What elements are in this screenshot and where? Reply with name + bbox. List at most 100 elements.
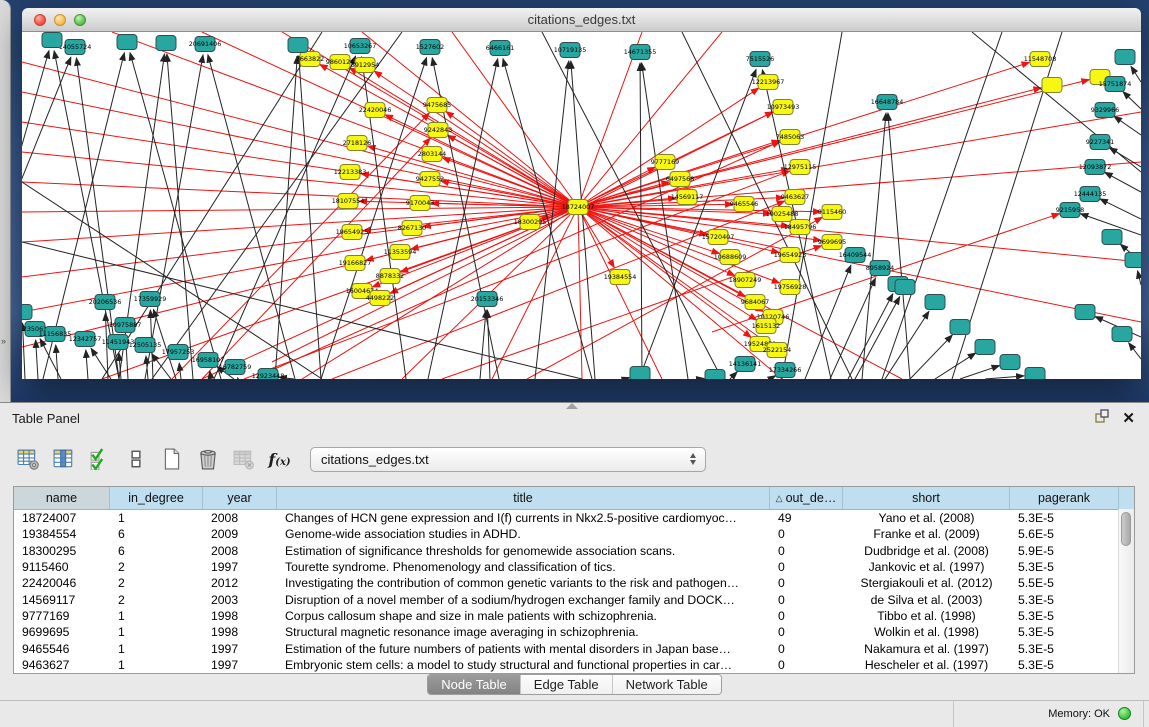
panel-collapse-mark[interactable]: » bbox=[1, 336, 6, 346]
table-settings-icon[interactable] bbox=[14, 446, 41, 473]
table-cell[interactable]: Changes of HCN gene expression and I(f) … bbox=[277, 511, 770, 525]
table-cell[interactable]: 5.3E-5 bbox=[1010, 609, 1119, 623]
graph-node[interactable] bbox=[845, 248, 865, 263]
table-cell[interactable]: 9699695 bbox=[14, 625, 110, 639]
graph-node[interactable] bbox=[300, 52, 320, 67]
graph-hub-node[interactable] bbox=[568, 200, 588, 215]
graph-node[interactable] bbox=[1075, 305, 1095, 320]
graph-node[interactable] bbox=[347, 136, 367, 151]
table-cell[interactable]: 5.3E-5 bbox=[1010, 642, 1119, 656]
graph-node[interactable] bbox=[772, 207, 792, 222]
table-row[interactable]: 1938455462009Genome-wide association stu… bbox=[14, 526, 1134, 542]
graph-node[interactable] bbox=[365, 103, 385, 118]
table-cell[interactable]: 0 bbox=[770, 593, 843, 607]
row-height-icon[interactable] bbox=[122, 446, 149, 473]
graph-node[interactable] bbox=[117, 35, 137, 50]
graph-node[interactable] bbox=[1060, 203, 1080, 218]
table-cell[interactable]: Disruption of a novel member of a sodium… bbox=[277, 593, 770, 607]
table-cell[interactable]: 0 bbox=[770, 642, 843, 656]
table-row[interactable]: 1456911722003Disruption of a novel membe… bbox=[14, 591, 1134, 607]
tab-edge-table[interactable]: Edge Table bbox=[521, 675, 613, 694]
table-cell[interactable]: Estimation of the future numbers of pati… bbox=[277, 642, 770, 656]
table-cell[interactable]: 49 bbox=[770, 511, 843, 525]
graph-node[interactable] bbox=[758, 75, 778, 90]
graph-node[interactable] bbox=[108, 335, 128, 350]
close-panel-icon[interactable]: ✕ bbox=[1122, 411, 1135, 427]
graph-node[interactable] bbox=[168, 345, 188, 360]
table-cell[interactable]: 5.5E-5 bbox=[1010, 576, 1119, 590]
function-builder-icon[interactable]: f(x) bbox=[266, 446, 293, 473]
table-cell[interactable]: 5.3E-5 bbox=[1010, 658, 1119, 672]
table-cell[interactable]: 5.3E-5 bbox=[1010, 593, 1119, 607]
table-cell[interactable]: 19384554 bbox=[14, 527, 110, 541]
graph-node[interactable] bbox=[410, 196, 430, 211]
table-cell[interactable]: Structural magnetic resonance image aver… bbox=[277, 625, 770, 639]
table-cell[interactable]: Franke et al. (2009) bbox=[843, 527, 1010, 541]
graph-node[interactable] bbox=[198, 353, 218, 368]
graph-node[interactable] bbox=[330, 55, 350, 70]
table-cell[interactable]: 0 bbox=[770, 576, 843, 590]
table-cell[interactable]: 5.3E-5 bbox=[1010, 625, 1119, 639]
table-cell[interactable]: 2 bbox=[110, 593, 203, 607]
graph-node[interactable] bbox=[258, 369, 278, 380]
table-row[interactable]: 946362711997Embryonic stem cells: a mode… bbox=[14, 657, 1134, 673]
graph-node[interactable] bbox=[975, 340, 995, 355]
graph-node[interactable] bbox=[115, 318, 135, 333]
float-panel-icon[interactable] bbox=[1094, 408, 1110, 429]
table-cell[interactable]: 9465546 bbox=[14, 642, 110, 656]
table-row[interactable]: 977716911998Corpus callosum shape and si… bbox=[14, 608, 1134, 624]
table-cell[interactable]: Genome-wide association studies in ADHD. bbox=[277, 527, 770, 541]
graph-node[interactable] bbox=[422, 147, 442, 162]
column-header-year[interactable]: year bbox=[203, 487, 277, 509]
table-cell[interactable]: Wolkin et al. (1998) bbox=[843, 625, 1010, 639]
vertical-scrollbar[interactable] bbox=[1118, 509, 1134, 673]
graph-node[interactable] bbox=[1030, 52, 1050, 67]
table-cell[interactable]: Jankovic et al. (1997) bbox=[843, 560, 1010, 574]
graph-node[interactable] bbox=[402, 221, 422, 236]
table-cell[interactable]: Hescheler et al. (1997) bbox=[843, 658, 1010, 672]
graph-node[interactable] bbox=[705, 370, 725, 380]
table-cell[interactable]: Tibbo et al. (1998) bbox=[843, 609, 1010, 623]
graph-node[interactable] bbox=[708, 230, 728, 245]
delete-table-icon[interactable] bbox=[194, 446, 221, 473]
graph-node[interactable] bbox=[655, 155, 675, 170]
table-cell[interactable]: 0 bbox=[770, 625, 843, 639]
table-cell[interactable]: 2008 bbox=[203, 544, 277, 558]
select-columns-icon[interactable] bbox=[50, 446, 77, 473]
column-header-in-degree[interactable]: in_degree bbox=[110, 487, 203, 509]
graph-node[interactable] bbox=[877, 95, 897, 110]
graph-node[interactable] bbox=[790, 160, 810, 175]
graph-node[interactable] bbox=[1085, 160, 1105, 175]
table-cell[interactable]: 6 bbox=[110, 527, 203, 541]
table-cell[interactable]: Tourette syndrome. Phenomenology and cla… bbox=[277, 560, 770, 574]
column-header-short[interactable]: short bbox=[843, 487, 1010, 509]
graph-node[interactable] bbox=[355, 58, 375, 73]
graph-node[interactable] bbox=[870, 261, 890, 276]
column-header-title[interactable]: title bbox=[277, 487, 770, 509]
table-cell[interactable]: Investigating the contribution of common… bbox=[277, 576, 770, 590]
graph-node[interactable] bbox=[785, 190, 805, 205]
table-row[interactable]: 946554611997Estimation of the future num… bbox=[14, 640, 1134, 656]
table-row[interactable]: 1830029562008Estimation of significance … bbox=[14, 543, 1134, 559]
graph-node[interactable] bbox=[1102, 230, 1122, 245]
table-cell[interactable]: 0 bbox=[770, 609, 843, 623]
table-cell[interactable]: 1 bbox=[110, 511, 203, 525]
graph-node[interactable] bbox=[75, 332, 95, 347]
table-cell[interactable]: Stergiakouli et al. (2012) bbox=[843, 576, 1010, 590]
table-cell[interactable]: Corpus callosum shape and size in male p… bbox=[277, 609, 770, 623]
table-cell[interactable]: 18724007 bbox=[14, 511, 110, 525]
graph-node[interactable] bbox=[342, 225, 362, 240]
graph-node[interactable] bbox=[822, 235, 842, 250]
select-rows-icon[interactable] bbox=[86, 446, 113, 473]
graph-node[interactable] bbox=[895, 280, 915, 295]
graph-node[interactable] bbox=[767, 343, 787, 358]
graph-node[interactable] bbox=[822, 205, 842, 220]
new-table-icon[interactable] bbox=[158, 446, 185, 473]
graph-node[interactable] bbox=[735, 273, 755, 288]
graph-node[interactable] bbox=[65, 40, 85, 55]
tab-network-table[interactable]: Network Table bbox=[613, 675, 721, 694]
scrollbar-thumb[interactable] bbox=[1121, 512, 1131, 546]
graph-node[interactable] bbox=[1080, 187, 1100, 202]
table-cell[interactable]: Embryonic stem cells: a model to study s… bbox=[277, 658, 770, 672]
graph-node[interactable] bbox=[1095, 103, 1115, 118]
